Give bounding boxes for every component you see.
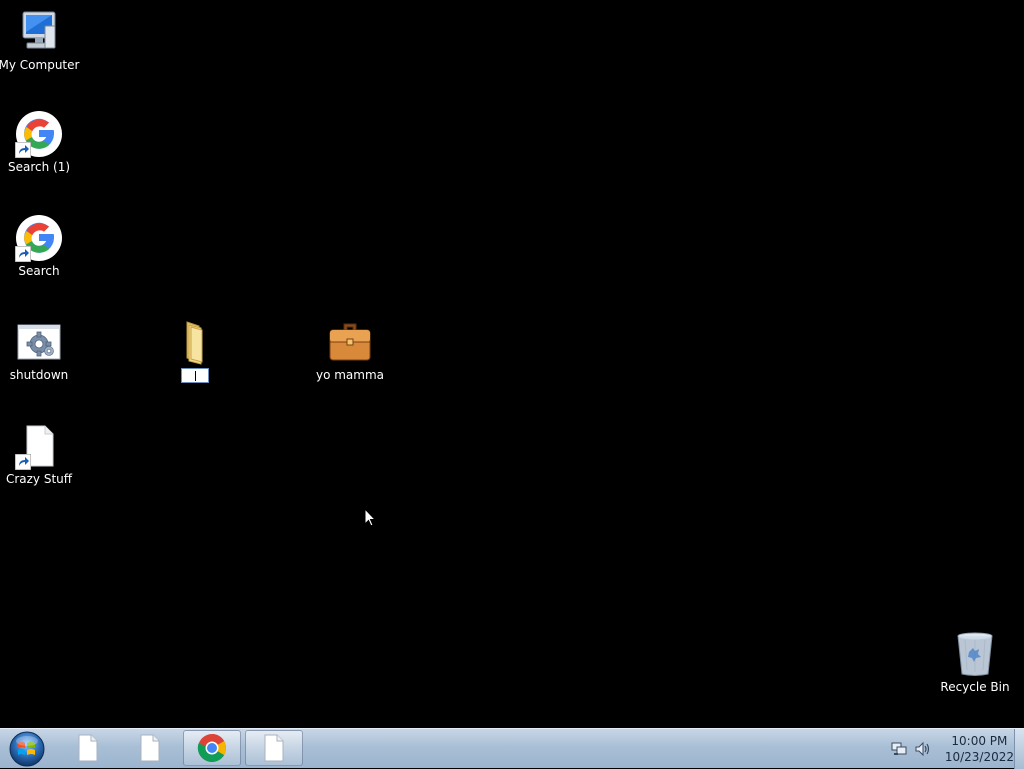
document-icon (264, 734, 284, 762)
taskbar: 10:00 PM 10/23/2022 (0, 728, 1024, 769)
desktop-icon-my-computer[interactable]: My Computer (0, 8, 80, 72)
taskbar-button-document-1[interactable] (59, 730, 117, 766)
chrome-icon (197, 734, 226, 762)
icon-label: Search (18, 264, 60, 278)
clock[interactable]: 10:00 PM 10/23/2022 (945, 733, 1014, 765)
desktop-icon-crazy-stuff[interactable]: Crazy Stuff (0, 422, 78, 486)
desktop-icon-yo-mamma[interactable]: yo mamma (311, 318, 389, 382)
computer-icon (15, 8, 63, 56)
desktop-icon-shutdown[interactable]: shutdown (0, 318, 78, 382)
shortcut-arrow-icon (15, 142, 31, 158)
windows-start-icon (9, 731, 45, 767)
system-tray: 10:00 PM 10/23/2022 (887, 729, 1014, 769)
rename-input[interactable] (181, 368, 209, 383)
taskbar-button-chrome[interactable] (183, 730, 241, 766)
settings-shortcut-icon (15, 318, 63, 366)
taskbar-button-document-2[interactable] (121, 730, 179, 766)
icon-label: My Computer (0, 58, 80, 72)
mouse-cursor-icon (364, 508, 376, 527)
icon-label: Recycle Bin (940, 680, 1010, 694)
desktop-icon-new-folder[interactable] (156, 318, 234, 383)
document-icon (140, 734, 160, 762)
desktop-icon-recycle-bin[interactable]: Recycle Bin (936, 630, 1014, 694)
document-icon (78, 734, 98, 762)
briefcase-icon (326, 318, 374, 366)
show-desktop-button[interactable] (1014, 729, 1024, 769)
shortcut-arrow-icon (15, 246, 31, 262)
volume-icon[interactable] (915, 741, 931, 757)
recycle-bin-icon (951, 630, 999, 678)
desktop-icon-search[interactable]: Search (0, 214, 78, 278)
icon-label: shutdown (9, 368, 69, 382)
document-icon (15, 422, 63, 470)
desktop-icon-search-1[interactable]: Search (1) (0, 110, 78, 174)
icon-label: yo mamma (315, 368, 385, 382)
icon-label: Search (1) (7, 160, 71, 174)
text-caret (195, 371, 196, 381)
shortcut-arrow-icon (15, 454, 31, 470)
taskbar-button-document-3[interactable] (245, 730, 303, 766)
clock-date: 10/23/2022 (944, 750, 1014, 764)
google-icon (15, 214, 63, 262)
desktop[interactable]: My Computer Search (1) Search shutdown C… (0, 0, 1024, 728)
icon-label: Crazy Stuff (5, 472, 73, 486)
clock-time: 10:00 PM (951, 734, 1008, 748)
network-icon[interactable] (891, 741, 907, 757)
start-button[interactable] (4, 730, 50, 768)
google-icon (15, 110, 63, 158)
folder-icon (171, 318, 219, 366)
